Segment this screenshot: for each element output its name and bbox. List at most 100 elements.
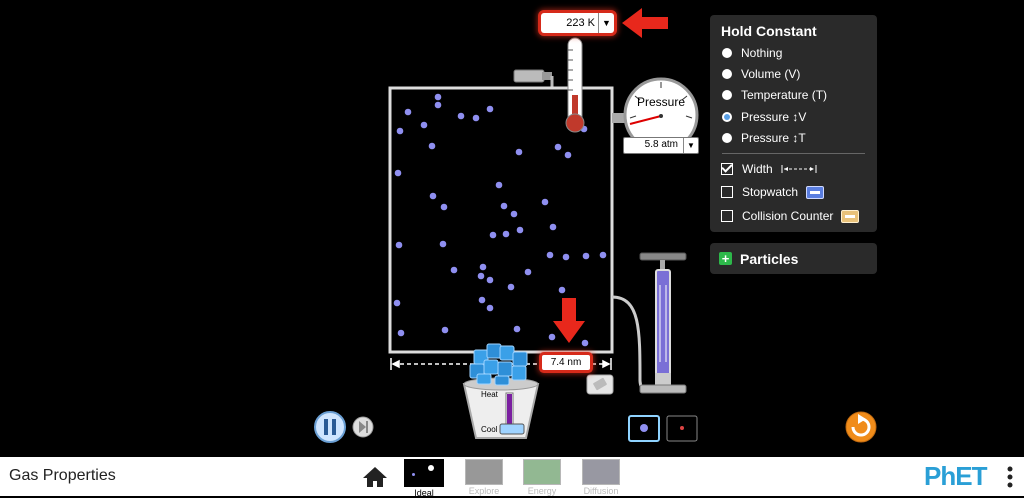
tab-label: Explore bbox=[468, 486, 500, 496]
gas-particle bbox=[478, 296, 486, 304]
tab-explore[interactable]: Explore bbox=[464, 459, 504, 496]
particle-view-toggle-normal[interactable] bbox=[628, 415, 660, 442]
explore-screen-icon bbox=[465, 459, 503, 485]
gas-particle bbox=[581, 339, 589, 347]
app-title: Gas Properties bbox=[9, 467, 116, 484]
erase-particles-button[interactable] bbox=[586, 374, 614, 395]
gas-particle bbox=[439, 240, 447, 248]
checkbox-label: Collision Counter bbox=[742, 209, 834, 223]
ideal-screen-icon bbox=[404, 459, 444, 487]
gas-particle bbox=[549, 223, 557, 231]
pause-button[interactable] bbox=[314, 411, 346, 443]
radio-label: Temperature (T) bbox=[741, 88, 828, 102]
gas-particle bbox=[486, 304, 494, 312]
gas-particle bbox=[510, 210, 518, 218]
phet-logo[interactable]: PhET bbox=[924, 461, 987, 492]
gas-particle bbox=[404, 108, 412, 116]
menu-dots-icon[interactable] bbox=[1004, 465, 1016, 489]
width-readout: 7.4 nm bbox=[542, 355, 590, 370]
cool-label: Cool bbox=[481, 425, 498, 434]
checkbox-label: Width bbox=[742, 162, 773, 176]
particle-view-toggle-small[interactable] bbox=[666, 415, 698, 442]
checkbox-collision-counter[interactable]: Collision Counter bbox=[721, 208, 860, 224]
gas-particle bbox=[564, 151, 572, 159]
gas-particle bbox=[548, 333, 556, 341]
checkbox[interactable] bbox=[721, 163, 733, 175]
energy-screen-icon bbox=[523, 459, 561, 485]
gas-particle bbox=[395, 241, 403, 249]
reset-all-button[interactable] bbox=[845, 411, 877, 443]
radio-label: Volume (V) bbox=[741, 67, 801, 81]
pressure-readout[interactable]: 5.8 atm ▼ bbox=[623, 137, 699, 154]
tab-diffusion[interactable]: Diffusion bbox=[581, 459, 621, 496]
gas-particle bbox=[434, 101, 442, 109]
radio-button[interactable] bbox=[722, 133, 732, 143]
gas-particle bbox=[394, 169, 402, 177]
tab-label: Energy bbox=[527, 486, 557, 496]
gas-particle bbox=[507, 283, 515, 291]
radio-volume[interactable]: Volume (V) bbox=[722, 66, 800, 82]
radio-temperature[interactable]: Temperature (T) bbox=[722, 87, 827, 103]
simulation-area: 223 K ▼ Pressure 5.8 atm ▼ 7.4 nm Heat C… bbox=[0, 0, 1024, 457]
pressure-value: 5.8 atm bbox=[644, 139, 678, 150]
gas-particle bbox=[489, 231, 497, 239]
gas-particle bbox=[500, 202, 508, 210]
gas-particle bbox=[450, 266, 458, 274]
radio-pressure-v[interactable]: Pressure ↕V bbox=[722, 109, 806, 125]
tab-label: Ideal bbox=[414, 488, 434, 498]
tab-label: Diffusion bbox=[583, 486, 619, 496]
step-forward-button[interactable] bbox=[352, 416, 374, 438]
gas-particle bbox=[515, 148, 523, 156]
gas-particle bbox=[582, 252, 590, 260]
checkbox[interactable] bbox=[721, 186, 733, 198]
particles-panel[interactable]: + Particles bbox=[710, 243, 877, 274]
gas-particle bbox=[562, 253, 570, 261]
radio-button[interactable] bbox=[722, 69, 732, 79]
radio-label: Pressure ↕V bbox=[741, 110, 807, 124]
gas-particle bbox=[558, 286, 566, 294]
gas-particle bbox=[420, 121, 428, 129]
pressure-units-dropdown-icon[interactable]: ▼ bbox=[683, 138, 698, 153]
hold-constant-panel: Hold Constant Nothing Volume (V) Tempera… bbox=[710, 15, 877, 232]
temperature-units-dropdown-icon[interactable]: ▼ bbox=[598, 13, 614, 33]
checkbox-label: Stopwatch bbox=[742, 185, 799, 199]
home-icon[interactable] bbox=[362, 465, 388, 489]
navigation-bar: Gas Properties Ideal Explore Energy Diff… bbox=[0, 457, 1024, 498]
radio-button[interactable] bbox=[722, 48, 732, 58]
gas-particle bbox=[434, 93, 442, 101]
gas-particle bbox=[502, 230, 510, 238]
checkbox[interactable] bbox=[721, 210, 733, 222]
gas-particle bbox=[495, 181, 503, 189]
temperature-readout[interactable]: 223 K ▼ bbox=[541, 13, 614, 33]
bicycle-pump[interactable] bbox=[639, 252, 687, 394]
radio-nothing[interactable]: Nothing bbox=[722, 45, 782, 61]
gas-particle bbox=[486, 105, 494, 113]
checkbox-stopwatch[interactable]: Stopwatch bbox=[721, 184, 825, 200]
radio-label: Nothing bbox=[741, 46, 783, 60]
gas-particle bbox=[397, 329, 405, 337]
gas-particle bbox=[524, 268, 532, 276]
radio-button[interactable] bbox=[722, 90, 732, 100]
gas-particle bbox=[486, 276, 494, 284]
width-arrows-icon bbox=[781, 165, 817, 173]
gas-particle bbox=[428, 142, 436, 150]
gas-particle bbox=[541, 198, 549, 206]
gas-particle bbox=[477, 272, 485, 280]
gas-particle bbox=[599, 251, 607, 259]
width-arrow bbox=[553, 298, 585, 343]
lid-handle[interactable] bbox=[513, 69, 554, 88]
gas-particle bbox=[393, 299, 401, 307]
thermometer bbox=[565, 37, 585, 133]
radio-button-selected[interactable] bbox=[722, 112, 732, 122]
tab-energy[interactable]: Energy bbox=[522, 459, 562, 496]
hold-constant-title: Hold Constant bbox=[721, 23, 817, 39]
radio-pressure-t[interactable]: Pressure ↕T bbox=[722, 130, 806, 146]
expand-plus-icon[interactable]: + bbox=[719, 252, 732, 265]
gas-particle bbox=[513, 325, 521, 333]
ice-cubes bbox=[469, 343, 528, 386]
tab-ideal[interactable]: Ideal bbox=[404, 459, 444, 498]
gas-particle bbox=[429, 192, 437, 200]
gas-particle bbox=[554, 143, 562, 151]
collision-counter-icon bbox=[841, 209, 860, 223]
checkbox-width[interactable]: Width bbox=[721, 161, 817, 177]
